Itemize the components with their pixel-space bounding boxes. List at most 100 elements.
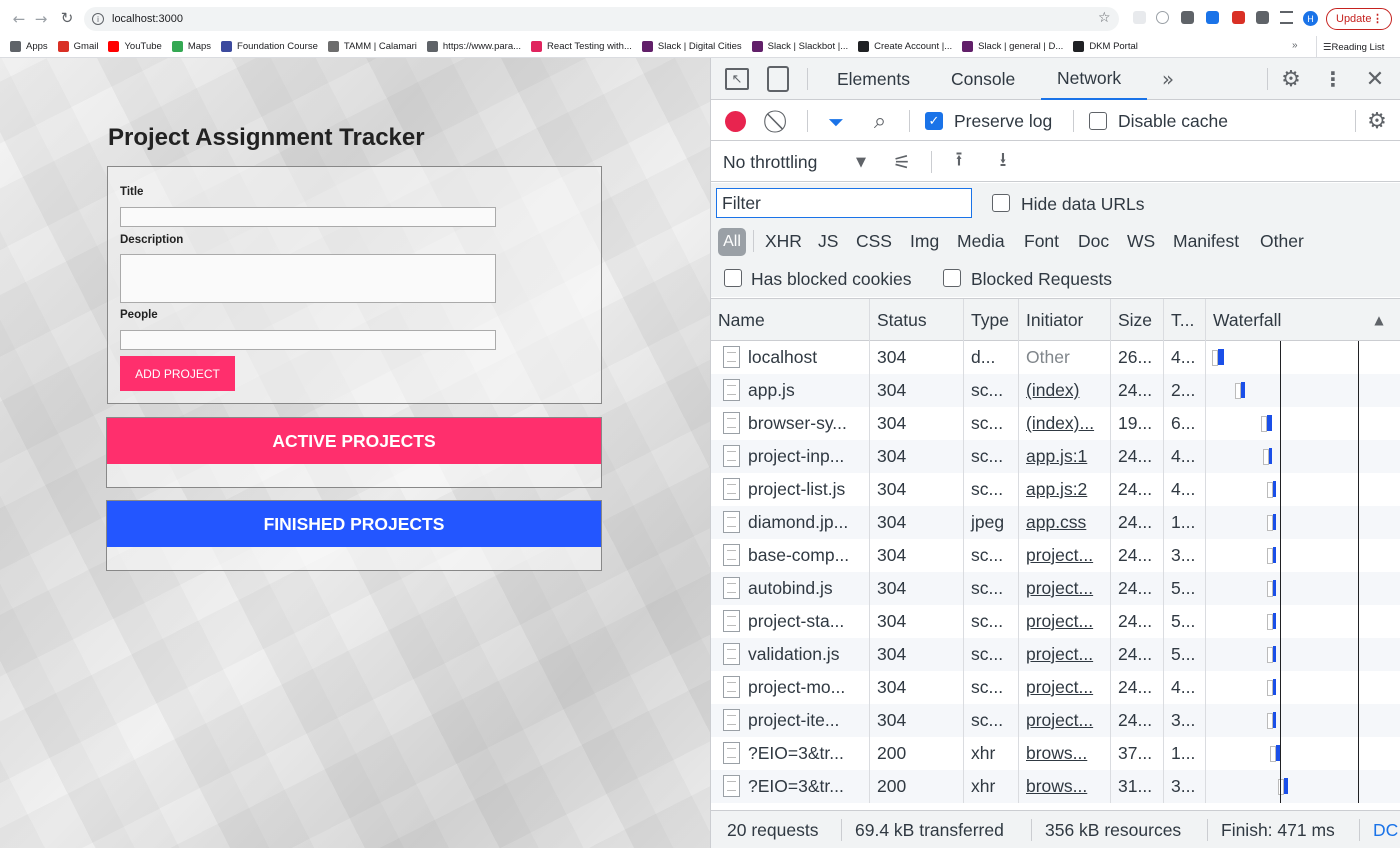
extension-screen-icon[interactable] bbox=[1206, 11, 1219, 24]
filter-funnel-icon[interactable]: ⏷ bbox=[823, 109, 849, 135]
network-conditions-icon[interactable]: ⚟ bbox=[887, 148, 917, 176]
table-row[interactable]: ?EIO=3&tr... 200 xhr brows... 37... 1... bbox=[711, 737, 1400, 770]
chevron-down-icon[interactable]: ▼ bbox=[851, 152, 871, 172]
table-row[interactable]: diamond.jp... 304 jpeg app.css 24... 1... bbox=[711, 506, 1400, 539]
forward-arrow-icon[interactable]: → bbox=[30, 10, 52, 28]
cell-initiator[interactable]: project... bbox=[1019, 671, 1110, 704]
bookmark-item[interactable]: Create Account |... bbox=[858, 41, 952, 52]
cell-initiator[interactable]: project... bbox=[1019, 539, 1110, 572]
type-filter-css[interactable]: CSS bbox=[856, 231, 892, 252]
clear-icon[interactable]: ⃠ bbox=[767, 108, 793, 134]
profile-avatar[interactable]: H bbox=[1303, 11, 1318, 26]
cell-initiator[interactable]: brows... bbox=[1019, 770, 1110, 803]
cell-initiator[interactable]: project... bbox=[1019, 605, 1110, 638]
devtools-menu-icon[interactable]: ⋮ bbox=[1323, 64, 1343, 94]
column-header-time[interactable]: T... bbox=[1164, 299, 1205, 341]
search-icon[interactable]: ⌕ bbox=[867, 107, 893, 135]
type-filter-font[interactable]: Font bbox=[1024, 231, 1059, 252]
import-har-icon[interactable]: ⭱ bbox=[947, 147, 971, 176]
site-info-icon[interactable]: i bbox=[92, 13, 104, 25]
type-filter-xhr[interactable]: XHR bbox=[765, 231, 802, 252]
type-filter-js[interactable]: JS bbox=[818, 231, 838, 252]
add-project-button[interactable]: ADD PROJECT bbox=[120, 356, 235, 391]
throttling-select[interactable]: No throttling bbox=[723, 152, 817, 173]
bookmark-item[interactable]: Apps bbox=[10, 41, 48, 52]
media-control-icon[interactable] bbox=[1280, 11, 1293, 24]
cell-initiator[interactable]: (index) bbox=[1019, 374, 1110, 407]
table-row[interactable]: localhost 304 d... Other 26... 4... bbox=[711, 341, 1400, 374]
extension-clock-icon[interactable] bbox=[1156, 11, 1169, 24]
cell-initiator[interactable]: brows... bbox=[1019, 737, 1110, 770]
bookmarks-overflow-icon[interactable]: » bbox=[1292, 40, 1298, 51]
back-arrow-icon[interactable]: ← bbox=[8, 10, 30, 28]
bookmark-item[interactable]: Slack | Slackbot |... bbox=[751, 41, 848, 52]
extension-trash-icon[interactable] bbox=[1133, 11, 1146, 24]
tab-console[interactable]: Console bbox=[951, 58, 1015, 100]
bookmark-item[interactable]: DKM Portal bbox=[1073, 41, 1138, 52]
type-filter-doc[interactable]: Doc bbox=[1078, 231, 1109, 252]
blocked-requests-checkbox[interactable] bbox=[943, 269, 961, 287]
bookmark-item[interactable]: React Testing with... bbox=[531, 41, 632, 52]
table-row[interactable]: ?EIO=3&tr... 200 xhr brows... 31... 3... bbox=[711, 770, 1400, 803]
cell-initiator[interactable]: project... bbox=[1019, 638, 1110, 671]
table-row[interactable]: project-inp... 304 sc... app.js:1 24... 4... bbox=[711, 440, 1400, 473]
table-row[interactable]: validation.js 304 sc... project... 24... 5... bbox=[711, 638, 1400, 671]
network-settings-gear-icon[interactable]: ⚙ bbox=[1363, 107, 1391, 135]
settings-gear-icon[interactable]: ⚙ bbox=[1277, 64, 1305, 94]
cell-initiator[interactable]: project... bbox=[1019, 704, 1110, 737]
cell-initiator[interactable]: app.css bbox=[1019, 506, 1110, 539]
table-row[interactable]: project-sta... 304 sc... project... 24... 5..… bbox=[711, 605, 1400, 638]
address-bar[interactable]: i localhost:3000 bbox=[84, 7, 1119, 31]
tab-network[interactable]: Network bbox=[1041, 58, 1147, 100]
column-header-type[interactable]: Type bbox=[964, 299, 1018, 341]
column-header-size[interactable]: Size bbox=[1111, 299, 1163, 341]
bookmark-star-icon[interactable]: ☆ bbox=[1098, 10, 1111, 26]
table-row[interactable]: base-comp... 304 sc... project... 24... 3... bbox=[711, 539, 1400, 572]
bookmark-item[interactable]: Slack | general | D... bbox=[962, 41, 1063, 52]
table-row[interactable]: project-list.js 304 sc... app.js:2 24... 4... bbox=[711, 473, 1400, 506]
title-input[interactable] bbox=[120, 207, 496, 227]
more-tabs-icon[interactable]: » bbox=[1157, 66, 1179, 92]
cell-initiator[interactable]: app.js:1 bbox=[1019, 440, 1110, 473]
cell-initiator[interactable]: project... bbox=[1019, 572, 1110, 605]
type-filter-media[interactable]: Media bbox=[957, 231, 1005, 252]
column-header-waterfall[interactable]: Waterfall bbox=[1206, 299, 1366, 341]
column-header-initiator[interactable]: Initiator bbox=[1019, 299, 1110, 341]
filter-input[interactable]: Filter bbox=[716, 188, 972, 218]
device-toolbar-icon[interactable] bbox=[767, 66, 789, 92]
bookmark-item[interactable]: https://www.para... bbox=[426, 41, 521, 52]
table-row[interactable]: project-mo... 304 sc... project... 24... 4... bbox=[711, 671, 1400, 704]
table-row[interactable]: project-ite... 304 sc... project... 24... 3..… bbox=[711, 704, 1400, 737]
type-filter-manifest[interactable]: Manifest bbox=[1173, 231, 1239, 252]
people-input[interactable] bbox=[120, 330, 496, 350]
type-filter-ws[interactable]: WS bbox=[1127, 231, 1155, 252]
bookmark-item[interactable]: YouTube bbox=[108, 41, 162, 52]
type-filter-img[interactable]: Img bbox=[910, 231, 939, 252]
type-filter-other[interactable]: Other bbox=[1260, 231, 1304, 252]
inspect-element-icon[interactable]: ↖ bbox=[725, 68, 749, 90]
extension-badge-icon[interactable] bbox=[1232, 11, 1245, 24]
has-blocked-cookies-checkbox[interactable] bbox=[724, 269, 742, 287]
bookmark-item[interactable]: Slack | Digital Cities bbox=[641, 41, 742, 52]
table-row[interactable]: autobind.js 304 sc... project... 24... 5... bbox=[711, 572, 1400, 605]
type-filter-all[interactable]: All bbox=[718, 228, 746, 256]
reading-list-button[interactable]: ☰ Reading List bbox=[1316, 36, 1384, 58]
bookmark-item[interactable]: Foundation Course bbox=[221, 41, 318, 52]
cell-initiator[interactable]: app.js:2 bbox=[1019, 473, 1110, 506]
table-row[interactable]: browser-sy... 304 sc... (index)... 19... 6... bbox=[711, 407, 1400, 440]
update-button[interactable]: Update ⋮ bbox=[1326, 8, 1392, 30]
column-header-name[interactable]: Name bbox=[711, 299, 869, 341]
bookmark-item[interactable]: Gmail bbox=[57, 41, 98, 52]
export-har-icon[interactable]: ⭳ bbox=[991, 147, 1015, 176]
column-header-status[interactable]: Status bbox=[870, 299, 963, 341]
disable-cache-checkbox[interactable] bbox=[1089, 112, 1107, 130]
hide-data-urls-checkbox[interactable] bbox=[992, 194, 1010, 212]
close-devtools-icon[interactable]: ✕ bbox=[1363, 64, 1387, 94]
description-textarea[interactable] bbox=[120, 254, 496, 303]
bookmark-item[interactable]: Maps bbox=[171, 41, 211, 52]
sort-ascending-icon[interactable]: ▲ bbox=[1371, 311, 1387, 329]
tab-elements[interactable]: Elements bbox=[837, 58, 910, 100]
bookmark-item[interactable]: TAMM | Calamari bbox=[327, 41, 417, 52]
table-row[interactable]: app.js 304 sc... (index) 24... 2... bbox=[711, 374, 1400, 407]
record-button[interactable] bbox=[725, 111, 746, 132]
